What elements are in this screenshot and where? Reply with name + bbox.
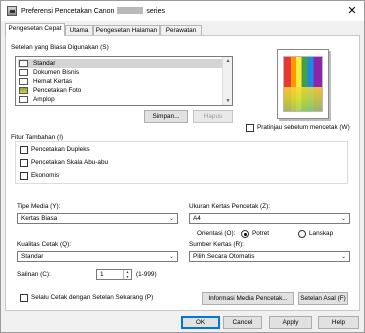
always-print-current-settings-checkbox[interactable] <box>20 294 28 302</box>
list-item[interactable]: Standar <box>18 59 222 68</box>
cancel-button[interactable]: Cancel <box>223 316 262 329</box>
list-item[interactable]: Amplop <box>18 95 222 104</box>
tab-main[interactable]: Utama <box>65 25 93 35</box>
list-item-label: Hemat Kertas <box>33 78 73 85</box>
copies-range: (1-999) <box>136 271 157 278</box>
duplex-printing-label: Pencetakan Dupleks <box>31 146 90 153</box>
media-type-select[interactable]: Kertas Biasa ⌄ <box>17 213 178 224</box>
paper-source-label: Sumber Kertas (R): <box>189 241 245 248</box>
chevron-down-icon: ⌄ <box>168 216 174 222</box>
preview-before-printing-label: Pratinjau sebelum mencetak (W) <box>257 124 350 131</box>
copies-value: 1 <box>100 271 104 278</box>
print-preferences-dialog: Preferensi Pencetakan Canon series ✕ Pen… <box>0 0 365 333</box>
print-quality-label: Kualitas Cetak (Q): <box>17 241 71 248</box>
media-type-value: Kertas Biasa <box>21 215 58 222</box>
title-bar: Preferensi Pencetakan Canon series ✕ <box>1 1 364 21</box>
window-title-prefix: Preferensi Pencetakan Canon <box>21 8 115 15</box>
help-button[interactable]: Help <box>318 316 359 329</box>
tab-quick-setup[interactable]: Pengesetan Cepat <box>5 23 65 36</box>
grayscale-printing-checkbox[interactable] <box>20 159 28 167</box>
scroll-up-icon[interactable]: ▲ <box>224 57 232 65</box>
list-item-label: Dokumen Bisnis <box>33 69 80 76</box>
save-button[interactable]: Simpan... <box>144 110 188 123</box>
tab-page-setup[interactable]: Pengesetan Halaman <box>93 25 160 35</box>
window-title: Preferensi Pencetakan Canon series <box>21 7 165 15</box>
chevron-down-icon: ⌄ <box>168 254 174 260</box>
list-scrollbar[interactable]: ▲ ▼ <box>222 57 232 105</box>
portrait-label: Potret <box>252 230 270 237</box>
portrait-radio[interactable] <box>241 230 249 238</box>
grayscale-printing-label: Pencetakan Skala Abu-abu <box>31 159 109 166</box>
landscape-label: Lanskap <box>309 230 334 237</box>
tab-maintenance[interactable]: Perawatan <box>160 25 202 35</box>
media-info-button[interactable]: Informasi Media Pencetak... <box>202 292 294 305</box>
scroll-down-icon[interactable]: ▼ <box>224 97 232 105</box>
additional-features-label: Fitur Tambahan (I) <box>11 134 64 141</box>
economy-checkbox[interactable] <box>20 172 28 180</box>
chevron-down-icon: ⌄ <box>340 216 346 222</box>
list-item-label: Standar <box>33 60 56 67</box>
standard-icon <box>19 60 28 67</box>
chevron-down-icon: ⌄ <box>340 254 346 260</box>
delete-button[interactable]: Hapus <box>193 110 233 123</box>
commonly-used-settings-list[interactable]: Standar Dokumen Bisnis Hemat Kertas Penc… <box>15 56 233 106</box>
stepper-arrows-icon[interactable]: ▲ ▼ <box>123 270 131 279</box>
duplex-printing-checkbox[interactable] <box>20 146 28 154</box>
preview-before-printing-checkbox[interactable] <box>246 124 254 132</box>
landscape-radio[interactable] <box>298 230 306 238</box>
paper-source-value: Pilih Secara Otomatis <box>193 253 255 260</box>
paper-size-select[interactable]: A4 ⌄ <box>189 213 350 224</box>
preview-photo <box>283 56 323 112</box>
paper-size-value: A4 <box>193 215 201 222</box>
paper-source-select[interactable]: Pilih Secara Otomatis ⌄ <box>189 251 350 262</box>
list-item-label: Pencetakan Foto <box>33 87 82 94</box>
redacted-model-name <box>117 7 144 14</box>
window-title-suffix: series <box>146 8 165 15</box>
always-print-current-settings-label: Selalu Cetak dengan Setelan Sekarang (P) <box>31 294 154 301</box>
copies-label: Salinan (C): <box>17 271 51 278</box>
business-document-icon <box>19 69 28 76</box>
paper-size-label: Ukuran Kertas Pencetak (Z): <box>189 203 270 210</box>
list-item-label: Amplop <box>33 96 55 103</box>
ok-button[interactable]: OK <box>181 316 220 329</box>
commonly-used-settings-label: Setelan yang Biasa Digunakan (S) <box>11 44 109 51</box>
list-item[interactable]: Pencetakan Foto <box>18 86 222 95</box>
printer-icon <box>7 6 17 16</box>
paper-saving-icon <box>19 78 28 85</box>
list-item[interactable]: Hemat Kertas <box>18 77 222 86</box>
media-type-label: Tipe Media (Y): <box>17 203 61 210</box>
photo-print-icon <box>19 87 28 94</box>
defaults-button[interactable]: Setelan Asal (F) <box>298 292 348 305</box>
print-preview <box>271 49 347 121</box>
paper-preview-image <box>277 49 329 119</box>
apply-button[interactable]: Apply <box>269 316 312 329</box>
envelope-icon <box>19 96 28 103</box>
economy-label: Ekonomis <box>31 172 60 179</box>
print-quality-value: Standar <box>21 253 44 260</box>
orientation-label: Orientasi (O): <box>197 230 236 237</box>
close-icon[interactable]: ✕ <box>345 4 359 18</box>
copies-stepper[interactable]: 1 ▲ ▼ <box>96 269 132 280</box>
print-quality-select[interactable]: Standar ⌄ <box>17 251 178 262</box>
list-item[interactable]: Dokumen Bisnis <box>18 68 222 77</box>
